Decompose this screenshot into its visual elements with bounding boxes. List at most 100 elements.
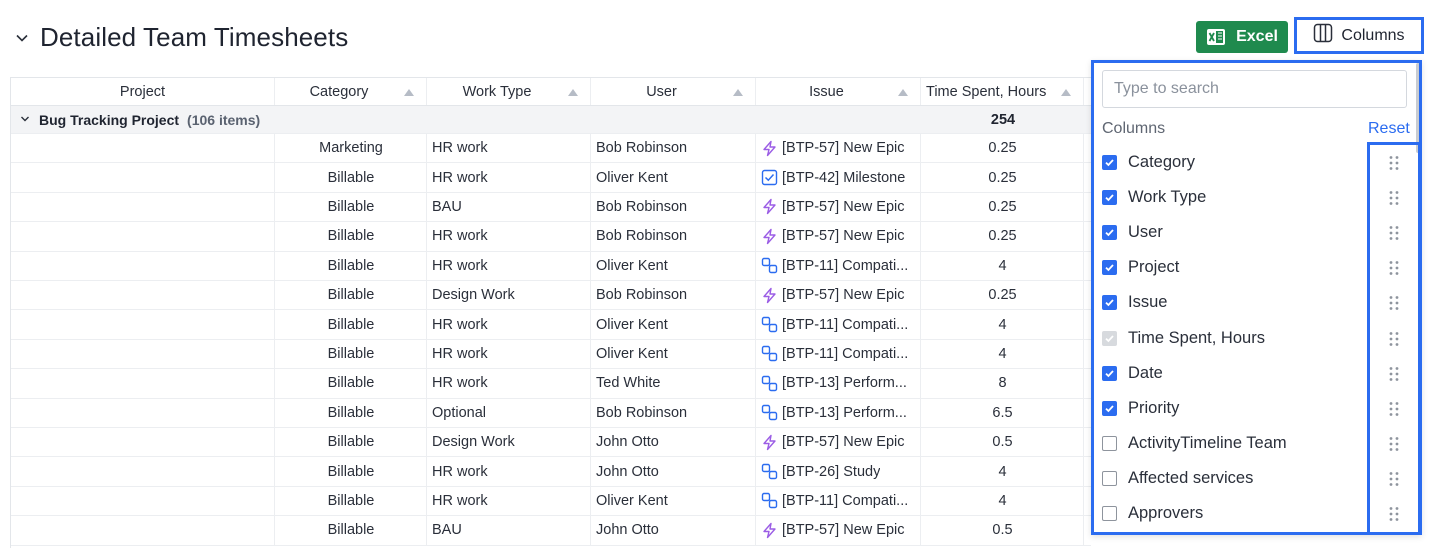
column-option[interactable]: Date <box>1102 356 1402 391</box>
drag-handle-icon[interactable] <box>1388 155 1400 171</box>
table-row[interactable]: Billable HR work Oliver Kent [BTP-42] Miles… <box>11 163 1091 193</box>
table-row[interactable]: Billable HR work Oliver Kent [BTP-11] Compa… <box>11 339 1091 370</box>
cell-issue[interactable]: [BTP-11] Compati... <box>757 310 921 339</box>
cell-issue[interactable]: [BTP-42] Milestone <box>757 163 921 192</box>
cell-issue[interactable]: [BTP-13] Perform... <box>757 398 921 427</box>
sort-asc-icon[interactable] <box>404 89 414 96</box>
issue-link[interactable]: [BTP-11] Compati... <box>782 317 908 333</box>
cell-issue[interactable]: [BTP-11] Compati... <box>757 486 921 516</box>
issue-link[interactable]: [BTP-57] New Epic <box>782 228 905 244</box>
columns-button[interactable]: Columns <box>1294 17 1424 54</box>
column-checkbox[interactable] <box>1102 506 1117 521</box>
table-row[interactable]: Billable HR work Ted White [BTP-13] Perform… <box>11 369 1091 399</box>
sort-asc-icon[interactable] <box>898 89 908 96</box>
cell-user: John Otto <box>592 457 756 486</box>
column-checkbox[interactable] <box>1102 295 1117 311</box>
table-row[interactable]: Billable BAU John Otto [BTP-57] New Epic 0.5 <box>11 516 1091 546</box>
column-option[interactable]: Issue <box>1102 285 1402 320</box>
issue-link[interactable]: [BTP-57] New Epic <box>782 434 905 450</box>
table-row[interactable]: Billable Optional Bob Robinson [BTP-13] Per… <box>11 398 1091 428</box>
header-time-spent[interactable]: Time Spent, Hours <box>922 78 1084 105</box>
epic-icon <box>761 434 778 451</box>
cell-issue[interactable]: [BTP-57] New Epic <box>757 192 921 222</box>
table-row[interactable]: Billable Design Work John Otto [BTP-57] New… <box>11 428 1091 458</box>
drag-handle-icon[interactable] <box>1388 260 1400 276</box>
issue-link[interactable]: [BTP-11] Compati... <box>782 493 908 509</box>
column-checkbox[interactable] <box>1102 190 1117 206</box>
cell-issue[interactable]: [BTP-13] Perform... <box>757 369 921 398</box>
column-checkbox[interactable] <box>1102 470 1117 486</box>
issue-link[interactable]: [BTP-13] Perform... <box>782 375 907 391</box>
excel-button-label: Excel <box>1236 28 1278 45</box>
cell-project <box>11 222 275 251</box>
cell-issue[interactable]: [BTP-57] New Epic <box>757 222 921 251</box>
column-option[interactable]: Priority <box>1102 391 1402 426</box>
drag-handle-icon[interactable] <box>1388 331 1400 347</box>
issue-link[interactable]: [BTP-57] New Epic <box>782 287 905 303</box>
column-option[interactable]: ActivityTimeline Team <box>1102 426 1402 461</box>
issue-link[interactable]: [BTP-57] New Epic <box>782 522 905 538</box>
drag-handle-icon[interactable] <box>1388 225 1400 241</box>
issue-link[interactable]: [BTP-11] Compati... <box>782 346 908 362</box>
panel-scrollbar[interactable] <box>1416 63 1419 153</box>
table-row[interactable]: Billable HR work Bob Robinson [BTP-57] New … <box>11 222 1091 252</box>
issue-link[interactable]: [BTP-11] Compati... <box>782 258 908 274</box>
column-option[interactable]: Work Type <box>1102 180 1402 215</box>
header-issue[interactable]: Issue <box>757 78 921 105</box>
column-option[interactable]: Affected services <box>1102 461 1402 496</box>
drag-handle-icon[interactable] <box>1388 366 1400 382</box>
drag-handle-icon[interactable] <box>1388 436 1400 452</box>
cell-category: Billable <box>276 516 427 545</box>
cell-issue[interactable]: [BTP-57] New Epic <box>757 134 921 163</box>
chevron-down-icon[interactable] <box>19 112 31 128</box>
cell-issue[interactable]: [BTP-11] Compati... <box>757 339 921 369</box>
issue-link[interactable]: [BTP-42] Milestone <box>782 170 905 186</box>
column-checkbox[interactable] <box>1102 435 1117 451</box>
issue-link[interactable]: [BTP-26] Study <box>782 464 880 480</box>
excel-export-button[interactable]: Excel <box>1196 21 1288 53</box>
cell-issue[interactable]: [BTP-57] New Epic <box>757 516 921 545</box>
column-option[interactable]: Time Spent, Hours <box>1102 321 1402 356</box>
table-row[interactable]: Billable HR work Oliver Kent [BTP-11] Compa… <box>11 251 1091 281</box>
cell-issue[interactable]: [BTP-26] Study <box>757 457 921 486</box>
header-work-type[interactable]: Work Type <box>428 78 591 105</box>
drag-handle-icon[interactable] <box>1388 295 1400 311</box>
group-row[interactable]: Bug Tracking Project (106 items) 254 <box>11 106 1091 134</box>
table-row[interactable]: Billable HR work Oliver Kent [BTP-11] Compa… <box>11 486 1091 517</box>
column-checkbox[interactable] <box>1102 155 1117 170</box>
drag-handle-icon[interactable] <box>1388 506 1400 522</box>
column-checkbox[interactable] <box>1102 225 1117 241</box>
table-row[interactable]: Billable HR work John Otto [BTP-26] Study 4 <box>11 457 1091 487</box>
table-row[interactable]: Billable Design Work Bob Robinson [BTP-57] … <box>11 281 1091 311</box>
header-user[interactable]: User <box>592 78 756 105</box>
drag-handle-icon[interactable] <box>1388 190 1400 206</box>
drag-handle-icon[interactable] <box>1388 401 1400 417</box>
table-row[interactable]: Billable BAU Bob Robinson [BTP-57] New Epic… <box>11 192 1091 223</box>
column-option[interactable]: User <box>1102 215 1402 250</box>
header-category[interactable]: Category <box>276 78 427 105</box>
column-option[interactable]: Project <box>1102 250 1402 285</box>
column-search-input[interactable] <box>1102 70 1407 108</box>
cell-issue[interactable]: [BTP-57] New Epic <box>757 281 921 310</box>
column-option[interactable]: Approvers <box>1102 496 1402 531</box>
table-row[interactable]: Billable HR work Oliver Kent [BTP-11] Compa… <box>11 310 1091 340</box>
column-checkbox[interactable] <box>1102 365 1117 381</box>
issue-link[interactable]: [BTP-57] New Epic <box>782 199 905 215</box>
cell-issue[interactable]: [BTP-11] Compati... <box>757 251 921 280</box>
sort-asc-icon[interactable] <box>568 89 578 96</box>
table-row[interactable]: Marketing HR work Bob Robinson [BTP-57] New… <box>11 134 1091 164</box>
sort-asc-icon[interactable] <box>733 89 743 96</box>
column-option[interactable]: Category <box>1102 145 1402 180</box>
cell-issue[interactable]: [BTP-57] New Epic <box>757 428 921 457</box>
column-checkbox[interactable] <box>1102 260 1117 276</box>
reset-link[interactable]: Reset <box>1368 120 1410 138</box>
column-checkbox[interactable] <box>1102 400 1117 416</box>
drag-handle-icon[interactable] <box>1388 471 1400 487</box>
cell-time-spent: 4 <box>922 251 1084 280</box>
issue-link[interactable]: [BTP-57] New Epic <box>782 140 905 156</box>
sort-asc-icon[interactable] <box>1061 89 1071 96</box>
issue-link[interactable]: [BTP-13] Perform... <box>782 405 907 421</box>
chevron-down-icon[interactable] <box>14 30 30 46</box>
cell-user: Bob Robinson <box>592 281 756 310</box>
header-project[interactable]: Project <box>11 78 275 105</box>
